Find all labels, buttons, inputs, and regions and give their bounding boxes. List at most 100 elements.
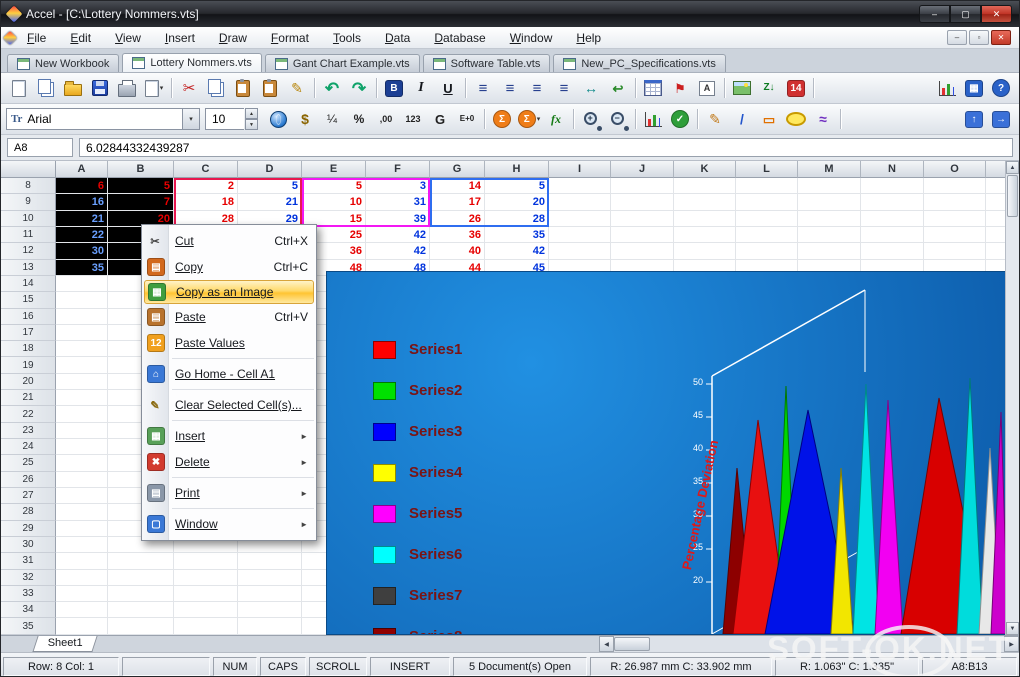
vertical-scroll-thumb[interactable] <box>1007 175 1018 217</box>
help-button[interactable]: ? <box>988 75 1014 101</box>
insert-name-button[interactable]: ⚑ <box>667 75 693 101</box>
cell-E9[interactable]: 10 <box>302 194 366 210</box>
draw-ellipse-button[interactable] <box>783 106 809 132</box>
cell-A18[interactable] <box>56 341 108 357</box>
size-up-icon[interactable]: ▲ <box>245 108 258 119</box>
col-header-F[interactable]: F <box>366 161 430 178</box>
currency-format-button[interactable]: $ <box>292 106 318 132</box>
horizontal-scrollbar[interactable]: ◀ ▶ <box>599 636 1019 652</box>
cell-A10[interactable]: 21 <box>56 211 108 227</box>
cell-J8[interactable] <box>611 178 674 194</box>
vertical-scrollbar[interactable]: ▲ ▼ <box>1005 161 1019 635</box>
cut-button[interactable]: ✂ <box>176 75 202 101</box>
cell-C8[interactable]: 2 <box>174 178 238 194</box>
row-header-33[interactable]: 33 <box>1 586 56 602</box>
cell-M9[interactable] <box>798 194 861 210</box>
row-header-22[interactable]: 22 <box>1 406 56 422</box>
mdi-minimize-button[interactable]: – <box>947 30 967 45</box>
row-header-25[interactable]: 25 <box>1 455 56 471</box>
context-menu-item-paste-values[interactable]: 12Paste Values <box>142 330 316 356</box>
cell-H8[interactable]: 5 <box>485 178 549 194</box>
cell-L11[interactable] <box>736 227 798 243</box>
redo-button[interactable]: ↷ <box>346 75 372 101</box>
cell-F11[interactable]: 42 <box>366 227 430 243</box>
cell-A34[interactable] <box>56 602 108 618</box>
cell-H11[interactable]: 35 <box>485 227 549 243</box>
cell-L12[interactable] <box>736 243 798 259</box>
col-header-B[interactable]: B <box>108 161 174 178</box>
autosum-button[interactable]: Σ <box>489 106 515 132</box>
align-justify-button[interactable]: ≡ <box>551 75 577 101</box>
cell-M8[interactable] <box>798 178 861 194</box>
col-header-H[interactable]: H <box>485 161 549 178</box>
cell-M11[interactable] <box>798 227 861 243</box>
cell-M12[interactable] <box>798 243 861 259</box>
cell-E8[interactable]: 5 <box>302 178 366 194</box>
format-painter-button[interactable]: ✎ <box>284 75 310 101</box>
draw-freeform-button[interactable]: ≈ <box>810 106 836 132</box>
cell-P11[interactable] <box>986 227 1007 243</box>
row-header-32[interactable]: 32 <box>1 570 56 586</box>
cell-A16[interactable] <box>56 309 108 325</box>
align-center-button[interactable]: ≡ <box>497 75 523 101</box>
cell-C32[interactable] <box>174 570 238 586</box>
cell-O9[interactable] <box>924 194 986 210</box>
cell-H10[interactable]: 28 <box>485 211 549 227</box>
cell-D34[interactable] <box>238 602 302 618</box>
cell-C35[interactable] <box>174 618 238 634</box>
cell-H9[interactable]: 20 <box>485 194 549 210</box>
cell-C31[interactable] <box>174 553 238 569</box>
scroll-up-icon[interactable]: ▲ <box>1006 161 1019 174</box>
row-header-10[interactable]: 10 <box>1 211 56 227</box>
cell-A8[interactable]: 6 <box>56 178 108 194</box>
cell-H12[interactable]: 42 <box>485 243 549 259</box>
col-header-J[interactable]: J <box>611 161 674 178</box>
row-header-27[interactable]: 27 <box>1 488 56 504</box>
formula-input[interactable]: 6.02844332439287 <box>79 138 1013 157</box>
context-menu-item-window[interactable]: ▢Window► <box>142 511 316 537</box>
cell-N11[interactable] <box>861 227 924 243</box>
cell-A29[interactable] <box>56 521 108 537</box>
cell-A24[interactable] <box>56 439 108 455</box>
cell-D35[interactable] <box>238 618 302 634</box>
row-header-17[interactable]: 17 <box>1 325 56 341</box>
menu-window[interactable]: Window <box>498 29 565 47</box>
row-header-34[interactable]: 34 <box>1 602 56 618</box>
font-dropdown-icon[interactable]: ▾ <box>182 109 199 129</box>
undo-button[interactable]: ↶ <box>319 75 345 101</box>
doc-tab-software-table-vts[interactable]: Software Table.vts <box>423 54 551 72</box>
cell-K9[interactable] <box>674 194 736 210</box>
row-header-24[interactable]: 24 <box>1 439 56 455</box>
col-header-A[interactable]: A <box>56 161 108 178</box>
cell-L8[interactable] <box>736 178 798 194</box>
align-left-button[interactable]: ≡ <box>470 75 496 101</box>
col-header-D[interactable]: D <box>238 161 302 178</box>
context-menu-item-go-home-cell-a1[interactable]: ⌂Go Home - Cell A1 <box>142 361 316 387</box>
cell-N10[interactable] <box>861 211 924 227</box>
cell-O10[interactable] <box>924 211 986 227</box>
cell-I11[interactable] <box>549 227 611 243</box>
cell-I10[interactable] <box>549 211 611 227</box>
sort-descending-button[interactable]: Z↓ <box>756 75 782 101</box>
cell-A9[interactable]: 16 <box>56 194 108 210</box>
scroll-down-icon[interactable]: ▼ <box>1006 622 1019 635</box>
cell-A14[interactable] <box>56 276 108 292</box>
row-header-18[interactable]: 18 <box>1 341 56 357</box>
scroll-right-icon[interactable]: ▶ <box>1004 636 1019 652</box>
cell-B31[interactable] <box>108 553 174 569</box>
cell-O12[interactable] <box>924 243 986 259</box>
cell-D33[interactable] <box>238 586 302 602</box>
cell-N9[interactable] <box>861 194 924 210</box>
col-header-M[interactable]: M <box>798 161 861 178</box>
cell-A11[interactable]: 22 <box>56 227 108 243</box>
chart-wizard-button[interactable] <box>934 75 960 101</box>
menu-edit[interactable]: Edit <box>58 29 103 47</box>
cell-reference-box[interactable]: A8 <box>7 138 73 157</box>
context-menu-item-delete[interactable]: ✖Delete► <box>142 449 316 475</box>
cell-B8[interactable]: 5 <box>108 178 174 194</box>
database-manager-button[interactable]: ▦ <box>961 75 987 101</box>
insert-date-button[interactable]: 14 <box>783 75 809 101</box>
row-header-29[interactable]: 29 <box>1 521 56 537</box>
wrap-text-button[interactable]: ↩ <box>605 75 631 101</box>
cell-G11[interactable]: 36 <box>430 227 485 243</box>
